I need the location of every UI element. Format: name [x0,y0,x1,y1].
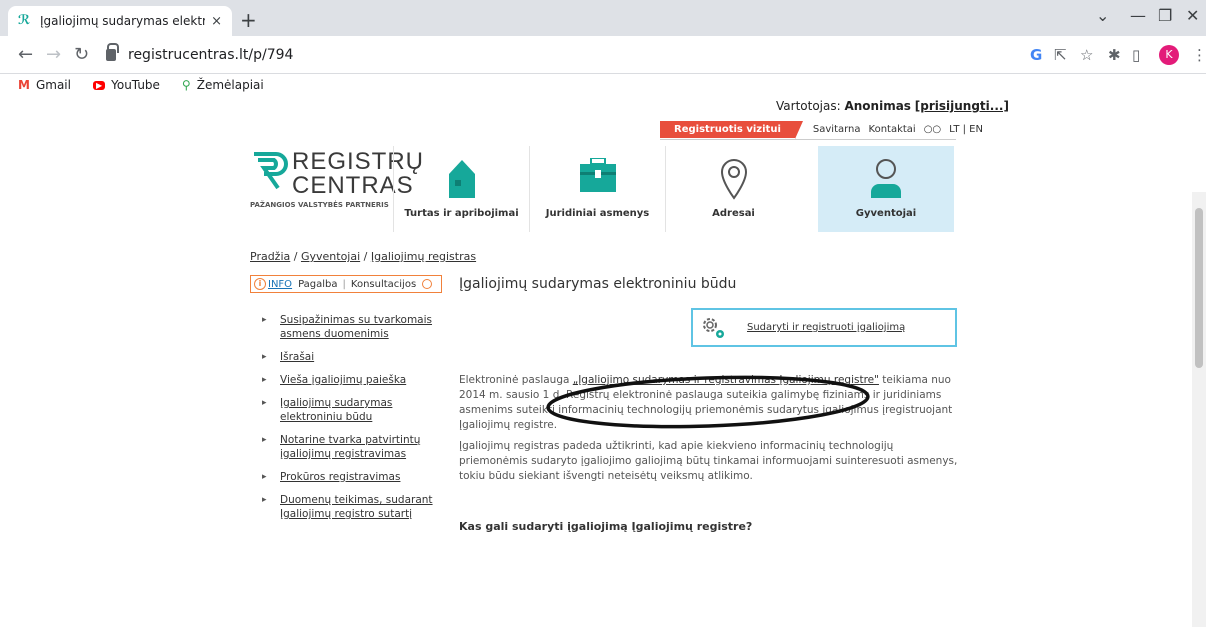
side-panel-icon[interactable]: ▯ [1132,46,1140,64]
sidebar-item-electronic-creation[interactable]: Įgaliojimų sudarymas elektroniniu būdu [262,396,442,424]
logo-tagline: PAŽANGIOS VALSTYBĖS PARTNERIS [250,201,389,209]
sidebar-item-procuration[interactable]: Prokūros registravimas [262,470,442,484]
infobox-separator: | [342,278,346,290]
person-icon [871,159,901,198]
close-window-icon[interactable]: ✕ [1186,6,1199,25]
accessibility-glasses-icon[interactable]: ○○ [924,124,941,135]
section-heading: Kas gali sudaryti įgaliojimą Įgaliojimų … [459,520,753,533]
bookmark-label: Žemėlapiai [196,78,264,92]
bookmark-label: YouTube [111,78,160,92]
category-tab-legal-entities[interactable]: Juridiniai asmenys [529,146,665,232]
category-label: Gyventojai [855,208,917,219]
page-content: Vartotojas: Anonimas [prisijungti...] Re… [0,96,1206,627]
user-status: Vartotojas: Anonimas [prisijungti...] [776,99,1009,113]
bookmark-youtube[interactable]: ▶ YouTube [92,78,160,92]
contacts-link[interactable]: Kontaktai [869,124,916,135]
breadcrumb-home[interactable]: Pradžia [250,250,290,263]
breadcrumb-residents[interactable]: Gyventojai [301,250,360,263]
extensions-icon[interactable]: ✱ [1108,46,1121,64]
gears-icon [703,317,724,338]
info-icon: i [254,278,266,290]
header-divider [660,139,956,140]
sidebar-item-notarial-registration[interactable]: Notarine tvarka patvirtintų įgaliojimų r… [262,433,442,461]
breadcrumb-registry[interactable]: Įgaliojimų registras [371,250,476,263]
bookmarks-bar: M Gmail ▶ YouTube ⚲ Žemėlapiai [0,74,1206,96]
category-tab-property[interactable]: Turtas ir apribojimai [393,146,529,232]
consult-link[interactable]: Konsultacijos [351,279,416,290]
page-title: Įgaliojimų sudarymas elektroniniu būdu [459,276,737,292]
share-icon[interactable]: ⇱ [1054,46,1067,64]
breadcrumb: Pradžia / Gyventojai / Įgaliojimų regist… [250,250,476,263]
info-link[interactable]: INFO [268,279,292,290]
address-bar[interactable]: registrucentras.lt/p/794 [106,41,1006,69]
sidebar-item-public-search[interactable]: Vieša įgaliojimų paieška [262,373,442,387]
gmail-icon: M [18,78,30,92]
minimize-icon[interactable]: — [1130,6,1146,25]
browser-toolbar: ← → ↻ registrucentras.lt/p/794 G ⇱ ☆ ✱ ▯… [0,36,1206,74]
category-tab-addresses[interactable]: Adresai [665,146,801,232]
tab-title: Įgaliojimų sudarymas elektronini [40,14,206,28]
maps-pin-icon: ⚲ [181,78,191,92]
register-visit-button[interactable]: Registruotis vizitui [660,120,803,139]
hand-drawn-circle-annotation [546,375,870,429]
location-pin-icon [720,159,747,200]
user-label: Vartotojas: [776,99,841,113]
sidebar-item-data-provision[interactable]: Duomenų teikimas, sudarant Įgaliojimų re… [262,493,442,521]
google-icon[interactable]: G [1030,46,1042,64]
reload-icon[interactable]: ↻ [74,44,89,65]
tab-close-icon[interactable]: × [211,14,222,29]
registry-paragraph: Įgaliojimų registras padeda užtikrinti, … [459,440,958,482]
registru-centras-logo[interactable]: REGISTRŲ CENTRAS PAŽANGIOS VALSTYBĖS PAR… [250,148,423,218]
youtube-icon: ▶ [92,80,106,90]
sidebar-item-label: Įgaliojimų sudarymas elektroniniu būdu [280,397,393,423]
category-label: Turtas ir apribojimai [404,208,519,219]
search-icon[interactable] [422,279,433,289]
category-tab-residents[interactable]: Gyventojai [818,146,954,232]
category-label: Adresai [712,208,755,219]
breadcrumb-separator: / [360,250,371,263]
breadcrumb-separator: / [290,250,301,263]
logo-mark-icon [254,152,288,190]
browser-tab-active[interactable]: ℛ Įgaliojimų sudarymas elektronini × [8,6,232,36]
self-service-link[interactable]: Savitarna [813,124,861,135]
bookmark-label: Gmail [35,78,71,92]
sidebar-item-label: Notarine tvarka patvirtintų įgaliojimų r… [280,434,421,460]
url-text[interactable]: registrucentras.lt/p/794 [128,47,293,63]
bookmark-star-icon[interactable]: ☆ [1080,46,1093,64]
registrucentras-favicon: ℛ [18,13,31,28]
sidebar-item-extracts[interactable]: Išrašai [262,350,442,364]
top-nav: Registruotis vizitui Savitarna Kontaktai… [660,120,983,139]
lock-icon[interactable] [106,43,119,61]
scrollbar-thumb[interactable] [1195,208,1203,368]
profile-avatar[interactable]: K [1159,45,1179,65]
house-icon [448,160,475,198]
sidebar-item-personal-data[interactable]: Susipažinimas su tvarkomais asmens duome… [262,313,442,341]
info-search-box[interactable]: i INFO Pagalba | Konsultacijos [250,275,442,293]
sidebar-item-label: Prokūros registravimas [280,471,401,483]
category-label: Juridiniai asmenys [545,208,650,219]
sidebar-item-label: Duomenų teikimas, sudarant Įgaliojimų re… [280,494,433,520]
menu-kebab-icon[interactable]: ⋮ [1192,46,1206,64]
forward-icon[interactable]: → [46,44,61,65]
create-power-of-attorney-button[interactable]: Sudaryti ir registruoti įgaliojimą [691,308,957,347]
bookmark-maps[interactable]: ⚲ Žemėlapiai [182,78,264,92]
action-label: Sudaryti ir registruoti įgaliojimą [747,322,906,333]
tab-search-icon[interactable]: ⌄ [1096,6,1109,25]
sidebar-item-label: Susipažinimas su tvarkomais asmens duome… [280,314,433,340]
page-scrollbar[interactable] [1192,192,1206,627]
briefcase-icon [579,158,616,192]
user-name: Anonimas [844,99,911,113]
login-link[interactable]: [prisijungti...] [915,99,1009,113]
new-tab-button[interactable]: + [240,8,257,32]
sidebar-item-label: Vieša įgaliojimų paieška [280,374,407,386]
language-switch[interactable]: LT | EN [949,124,983,135]
bookmark-gmail[interactable]: M Gmail [18,78,71,92]
help-link[interactable]: Pagalba [298,279,337,290]
restore-icon[interactable]: ❐ [1158,6,1172,25]
back-icon[interactable]: ← [18,44,33,65]
browser-tab-bar: ℛ Įgaliojimų sudarymas elektronini × + ⌄… [0,0,1206,36]
sidebar-item-label: Išrašai [280,351,315,363]
sidebar-nav: Susipažinimas su tvarkomais asmens duome… [262,311,442,530]
